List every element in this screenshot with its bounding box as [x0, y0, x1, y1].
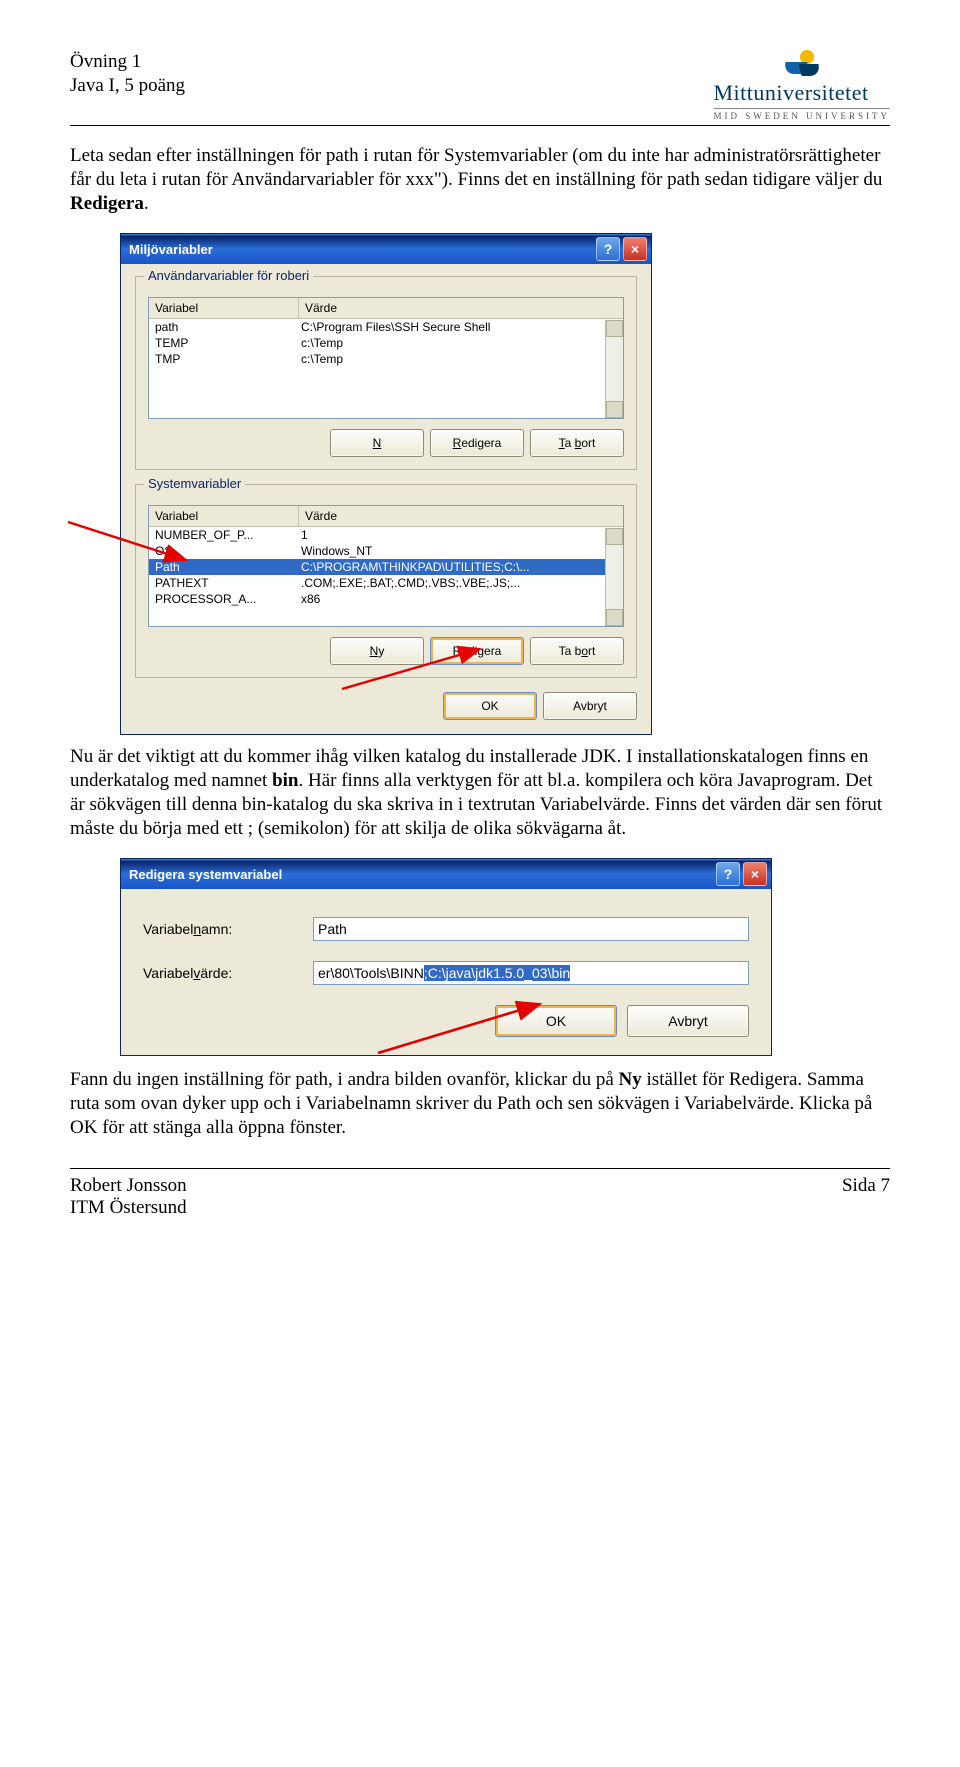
user-delete-button[interactable]: Ta bort	[530, 429, 624, 457]
close-icon[interactable]: ×	[623, 237, 647, 261]
logo-text: Mittuniversitetet	[714, 80, 869, 106]
paragraph-2: Nu är det viktigt att du kommer ihåg vil…	[70, 745, 890, 840]
paragraph-1: Leta sedan efter inställningen för path …	[70, 144, 890, 215]
table-row[interactable]: TMPc:\Temp	[149, 351, 623, 367]
label-variable-value: Variabelvärde:	[143, 965, 313, 981]
scrollbar[interactable]	[605, 320, 623, 418]
sys-delete-button[interactable]: Ta bort	[530, 637, 624, 665]
table-row[interactable]: PathC:\PROGRAM\THINKPAD\UTILITIES;C:\...	[149, 559, 623, 575]
table-row[interactable]: NUMBER_OF_P...1	[149, 527, 623, 543]
header-line-1: Övning 1	[70, 50, 185, 74]
user-new-button[interactable]: N	[330, 429, 424, 457]
paragraph-3: Fann du ingen inställning för path, i an…	[70, 1068, 890, 1139]
dialog-title: Miljövariabler	[129, 242, 213, 257]
table-row[interactable]: PROCESSOR_A...x86	[149, 591, 623, 607]
cancel-button[interactable]: Avbryt	[543, 692, 637, 720]
col-variable[interactable]: Variabel	[149, 506, 299, 526]
input-variable-name[interactable]: Path	[313, 917, 749, 941]
env-vars-dialog: Miljövariabler ? × Användarvariabler för…	[120, 233, 652, 735]
user-vars-list[interactable]: Variabel Värde pathC:\Program Files\SSH …	[148, 297, 624, 419]
list-header: Variabel Värde	[149, 506, 623, 527]
user-vars-title: Användarvariabler för roberi	[144, 268, 313, 283]
footer-org: ITM Östersund	[70, 1197, 187, 1219]
table-row[interactable]: PATHEXT.COM;.EXE;.BAT;.CMD;.VBS;.VBE;.JS…	[149, 575, 623, 591]
help-icon[interactable]: ?	[596, 237, 620, 261]
footer-page: Sida 7	[842, 1175, 890, 1219]
cancel-button[interactable]: Avbryt	[627, 1005, 749, 1037]
system-vars-group: Systemvariabler Variabel Värde NUMBER_OF…	[135, 484, 637, 678]
footer-author: Robert Jonsson	[70, 1175, 187, 1197]
sys-edit-button[interactable]: Redigera	[430, 637, 524, 665]
close-icon[interactable]: ×	[743, 862, 767, 886]
col-variable[interactable]: Variabel	[149, 298, 299, 318]
logo-icon	[784, 50, 820, 78]
label-variable-name: Variabelnamn:	[143, 921, 313, 937]
system-vars-title: Systemvariabler	[144, 476, 245, 491]
page-header: Övning 1 Java I, 5 poäng Mittuniversitet…	[70, 50, 890, 126]
logo-subtext: MID SWEDEN UNIVERSITY	[714, 108, 891, 121]
col-value[interactable]: Värde	[299, 506, 623, 526]
user-edit-button[interactable]: Redigera	[430, 429, 524, 457]
input-variable-value[interactable]: er\80\Tools\BINN;C:\java\jdk1.5.0_03\bin	[313, 961, 749, 985]
list-header: Variabel Värde	[149, 298, 623, 319]
system-vars-list[interactable]: Variabel Värde NUMBER_OF_P...1OSWindows_…	[148, 505, 624, 627]
ok-button[interactable]: OK	[443, 692, 537, 720]
sys-new-button[interactable]: Ny	[330, 637, 424, 665]
help-icon[interactable]: ?	[716, 862, 740, 886]
university-logo: Mittuniversitetet MID SWEDEN UNIVERSITY	[714, 50, 891, 121]
user-vars-group: Användarvariabler för roberi Variabel Vä…	[135, 276, 637, 470]
col-value[interactable]: Värde	[299, 298, 623, 318]
dialog-title: Redigera systemvariabel	[129, 867, 282, 882]
table-row[interactable]: TEMPc:\Temp	[149, 335, 623, 351]
header-line-2: Java I, 5 poäng	[70, 74, 185, 98]
table-row[interactable]: pathC:\Program Files\SSH Secure Shell	[149, 319, 623, 335]
dialog-titlebar: Miljövariabler ? ×	[121, 234, 651, 264]
edit-sysvar-dialog: Redigera systemvariabel ? × Variabelnamn…	[120, 858, 772, 1056]
table-row[interactable]: OSWindows_NT	[149, 543, 623, 559]
dialog-titlebar: Redigera systemvariabel ? ×	[121, 859, 771, 889]
ok-button[interactable]: OK	[495, 1005, 617, 1037]
scrollbar[interactable]	[605, 528, 623, 626]
page-footer: Robert Jonsson ITM Östersund Sida 7	[70, 1168, 890, 1219]
